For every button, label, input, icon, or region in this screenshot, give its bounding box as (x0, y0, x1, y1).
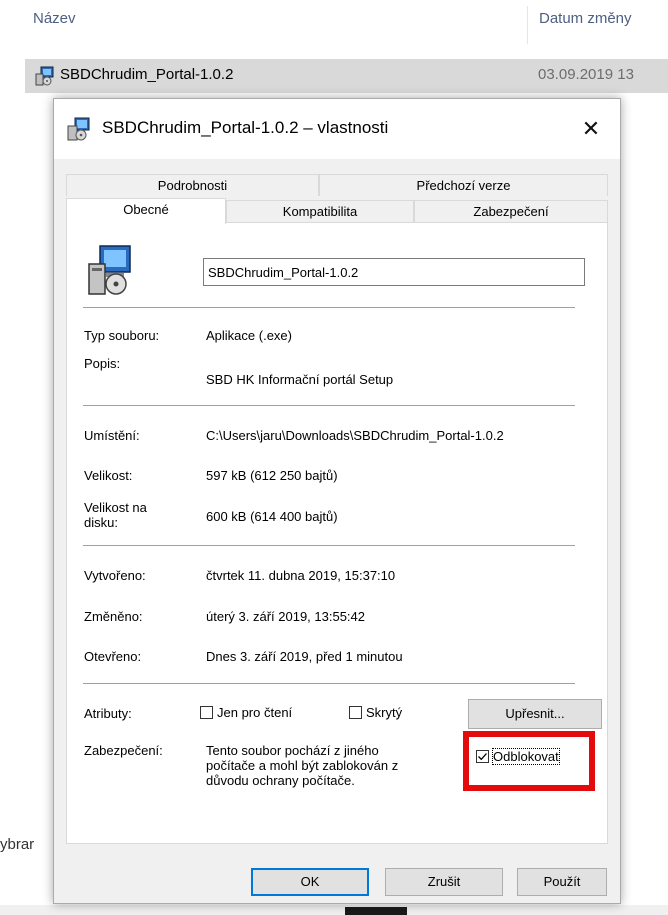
tab-label: Zabezpečení (473, 204, 549, 219)
type-label: Typ souboru: (84, 328, 160, 343)
modified-value: úterý 3. září 2019, 13:55:42 (206, 609, 365, 624)
taskbar-item[interactable] (345, 907, 407, 915)
security-label: Zabezpečení: (84, 743, 163, 758)
size-value: 597 kB (612 250 bajtů) (206, 468, 338, 483)
divider (83, 545, 575, 546)
location-value: C:\Users\jaru\Downloads\SBDChrudim_Porta… (206, 428, 504, 443)
column-header: Název Datum změny (0, 0, 668, 52)
tab-label: Předchozí verze (416, 178, 511, 193)
description-value: SBD HK Informační portál Setup (206, 372, 394, 387)
modified-label: Změněno: (84, 609, 143, 624)
checkbox-icon[interactable] (476, 750, 489, 763)
column-name-header[interactable]: Název (33, 10, 76, 27)
tab-predchozi-verze[interactable]: Předchozí verze (319, 174, 608, 196)
divider (83, 683, 575, 684)
attributes-label: Atributy: (84, 706, 132, 721)
setup-app-icon (67, 117, 90, 141)
security-description: Tento soubor pochází z jiného počítače a… (206, 743, 399, 788)
opened-label: Otevřeno: (84, 649, 142, 664)
partial-label: ybrar (0, 836, 35, 853)
divider (83, 405, 575, 406)
tab-kompatibilita[interactable]: Kompatibilita (226, 200, 414, 222)
filename-input[interactable] (203, 258, 585, 286)
opened-value: Dnes 3. září 2019, před 1 minutou (206, 649, 403, 664)
checkbox-icon[interactable] (349, 706, 362, 719)
advanced-button[interactable]: Upřesnit... (468, 699, 602, 729)
checkmark-icon (478, 753, 487, 761)
apply-button-label: Použít (543, 874, 581, 889)
tab-label: Podrobnosti (157, 178, 228, 193)
tab-label: Kompatibilita (282, 204, 358, 219)
size-label: Velikost: (84, 468, 133, 483)
taskbar-strip (0, 905, 668, 915)
file-row[interactable]: SBDChrudim_Portal-1.0.2 03.09.2019 13 (25, 59, 668, 93)
hidden-checkbox[interactable]: Skrytý (349, 705, 402, 720)
dialog-title: SBDChrudim_Portal-1.0.2 – vlastnosti (102, 118, 389, 137)
disk-size-label: Velikost na disku: (84, 500, 147, 530)
ok-button-label: OK (300, 874, 320, 889)
tab-zabezpeceni[interactable]: Zabezpečení (414, 200, 608, 222)
cancel-button[interactable]: Zrušit (385, 868, 503, 896)
ok-button[interactable]: OK (251, 868, 369, 896)
hidden-label: Skrytý (366, 705, 403, 720)
general-tab-panel: Typ souboru: Aplikace (.exe) Popis: SBD … (66, 222, 608, 844)
readonly-checkbox[interactable]: Jen pro čtení (200, 705, 292, 720)
type-value: Aplikace (.exe) (206, 328, 292, 343)
advanced-button-label: Upřesnit... (505, 706, 565, 721)
unblock-label: Odblokovat (492, 748, 560, 765)
cancel-button-label: Zrušit (427, 874, 461, 889)
disk-size-value: 600 kB (614 400 bajtů) (206, 509, 338, 524)
file-name: SBDChrudim_Portal-1.0.2 (60, 66, 234, 83)
divider (83, 307, 575, 308)
column-divider[interactable] (527, 6, 528, 44)
tab-obecne[interactable]: Obecné (66, 198, 226, 224)
close-button[interactable]: ✕ (562, 99, 620, 159)
properties-dialog: SBDChrudim_Portal-1.0.2 – vlastnosti ✕ P… (53, 98, 621, 904)
location-label: Umístění: (84, 428, 140, 443)
description-label: Popis: (84, 356, 121, 371)
dialog-titlebar[interactable]: SBDChrudim_Portal-1.0.2 – vlastnosti ✕ (54, 99, 620, 159)
setup-app-icon (88, 245, 131, 295)
apply-button[interactable]: Použít (517, 868, 607, 896)
created-label: Vytvořeno: (84, 568, 146, 583)
tab-label: Obecné (123, 202, 169, 217)
checkbox-icon[interactable] (200, 706, 213, 719)
file-date: 03.09.2019 13 (538, 66, 634, 83)
setup-app-icon (35, 66, 54, 86)
tab-podrobnosti[interactable]: Podrobnosti (66, 174, 319, 196)
unblock-checkbox[interactable]: Odblokovat (476, 748, 560, 765)
readonly-label: Jen pro čtení (217, 705, 293, 720)
column-date-header[interactable]: Datum změny (539, 10, 632, 27)
created-value: čtvrtek 11. dubna 2019, 15:37:10 (206, 568, 396, 583)
close-icon: ✕ (581, 116, 601, 141)
